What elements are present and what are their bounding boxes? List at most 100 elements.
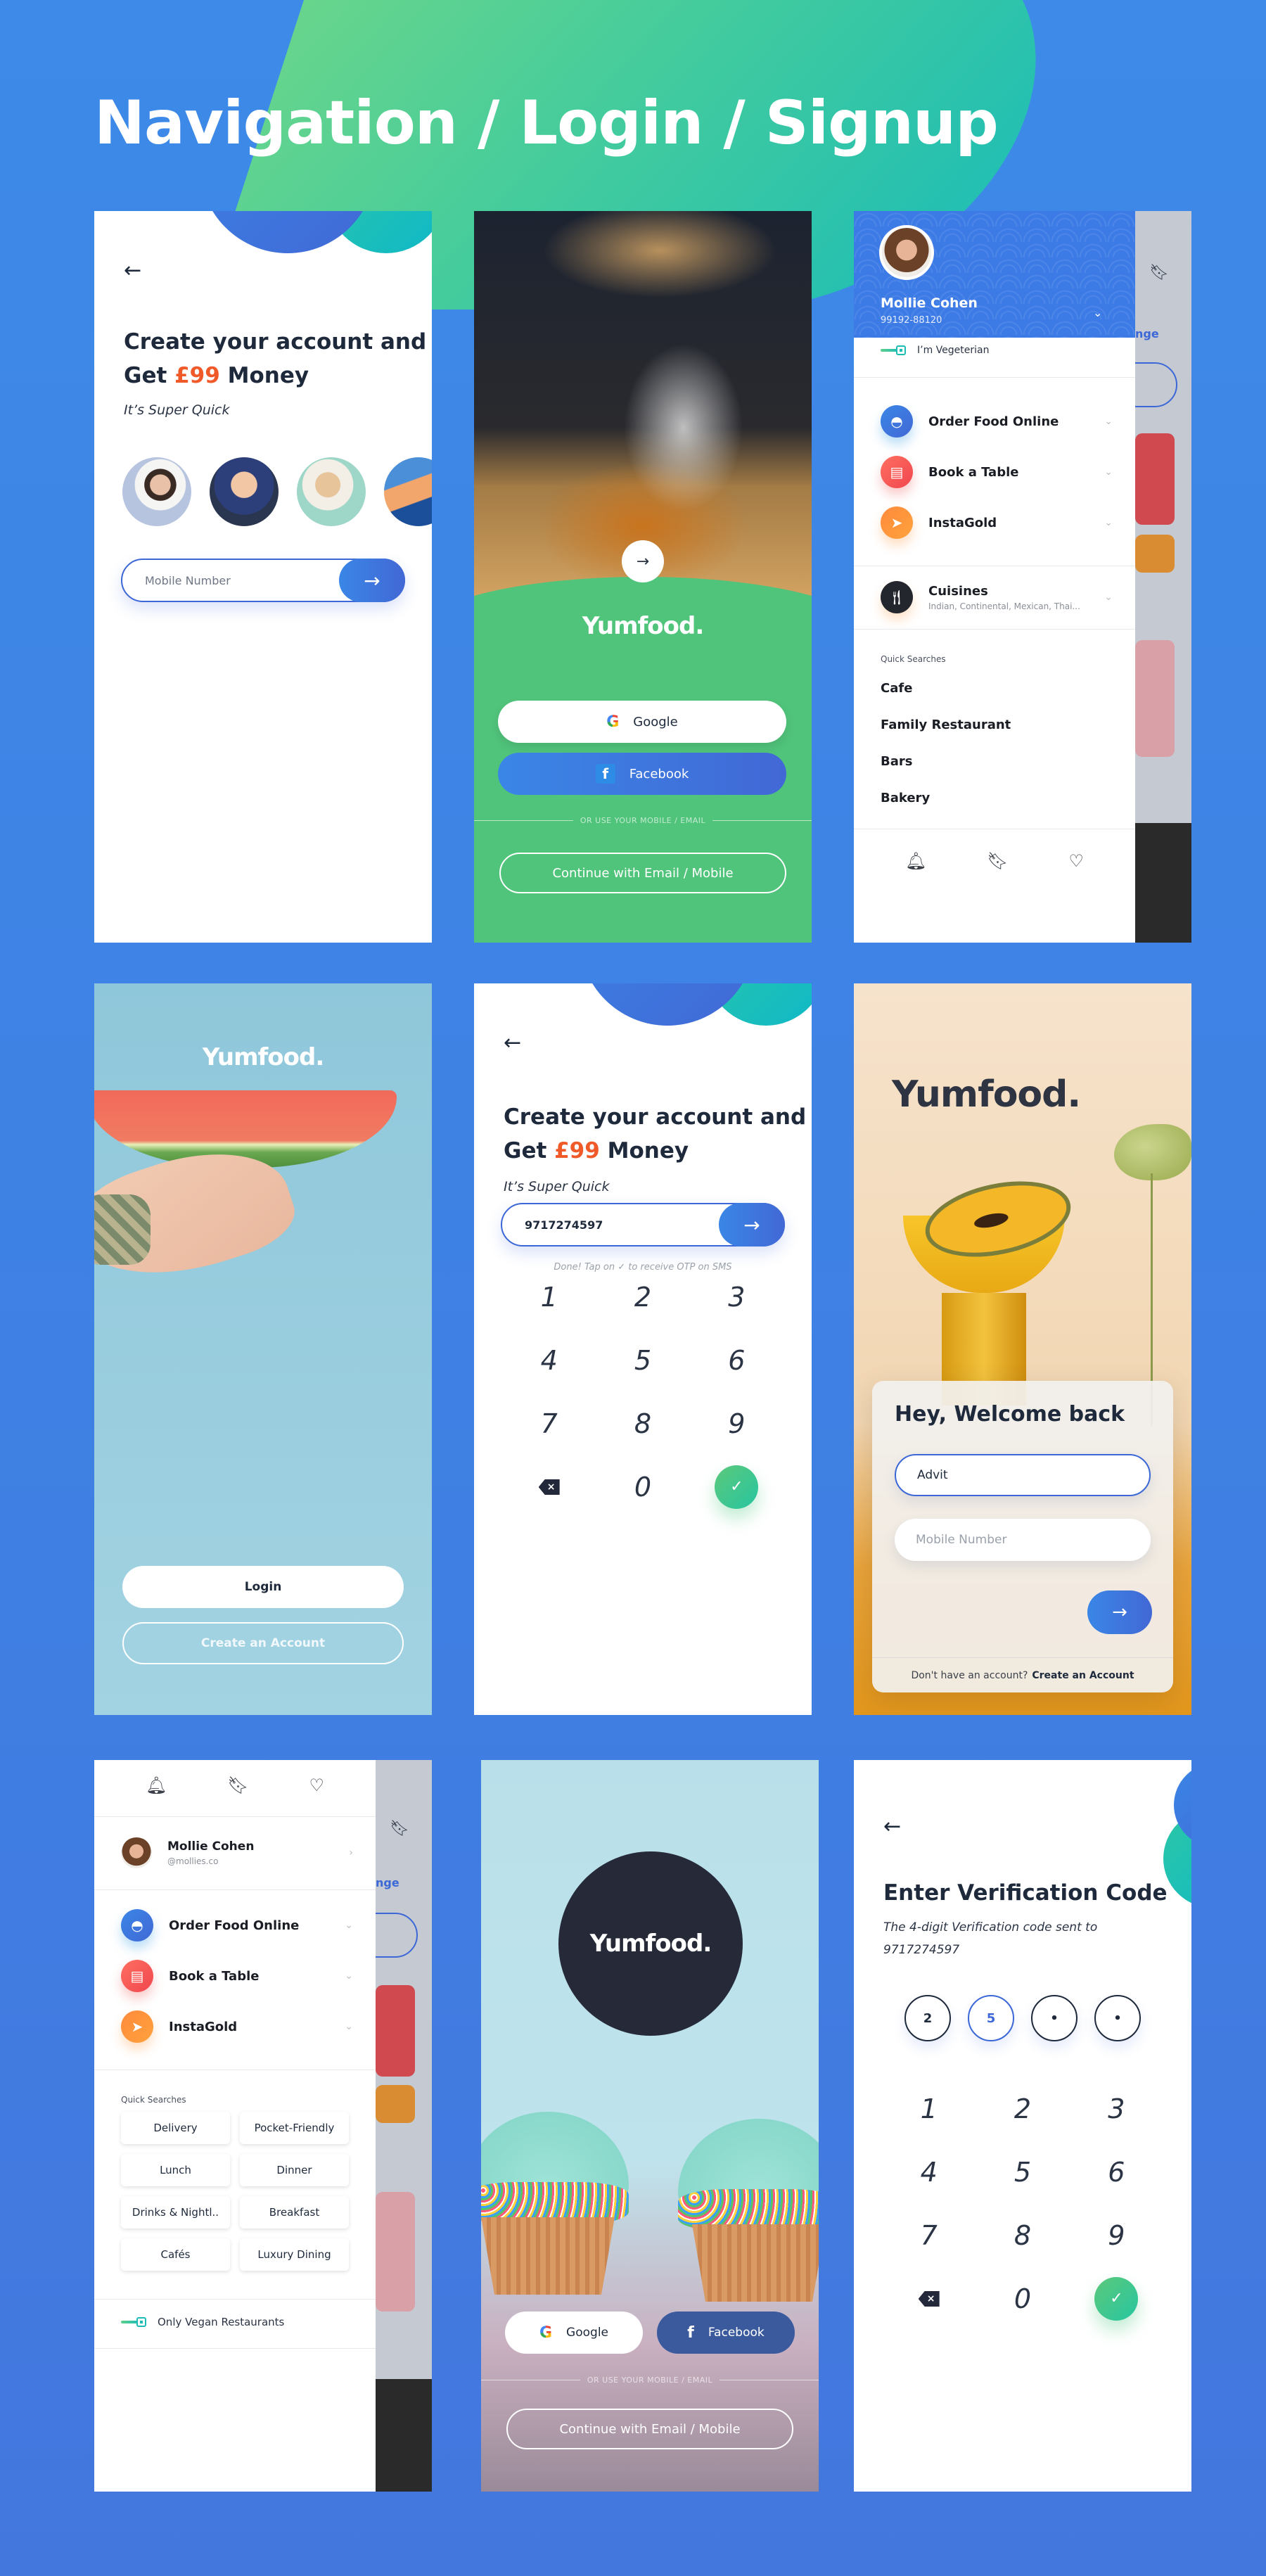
avatar-option[interactable]: [210, 457, 279, 526]
headline-line-2: Get £99 Money: [124, 363, 309, 388]
next-button[interactable]: →: [622, 540, 664, 582]
quick-search-item[interactable]: Family Restaurant: [881, 718, 1011, 732]
menu-item-order-food-online[interactable]: ◓ Order Food Online ⌄: [881, 405, 1113, 438]
signup-subtitle: It’s Super Quick: [124, 402, 230, 418]
vegan-toggle-row[interactable]: Only Vegan Restaurants: [121, 2316, 284, 2328]
keypad-key[interactable]: 1: [882, 2091, 976, 2127]
quick-search-chip[interactable]: Drinks & Nightl..: [121, 2196, 230, 2229]
quick-search-chip[interactable]: Pocket-Friendly: [240, 2112, 349, 2144]
facebook-login-button[interactable]: f Facebook: [657, 2312, 795, 2354]
keypad-key[interactable]: 7: [882, 2217, 976, 2254]
quick-search-item[interactable]: Cafe: [881, 681, 912, 696]
menu-item-instagold[interactable]: ➤ InstaGold ⌄: [881, 506, 1113, 539]
bell-icon[interactable]: 🔔︎: [905, 851, 926, 871]
back-arrow-icon[interactable]: ←: [883, 1816, 901, 1837]
keypad-key[interactable]: 0: [596, 1469, 689, 1505]
bookmark-icon[interactable]: 🔖︎: [987, 851, 1008, 871]
keypad-key[interactable]: 3: [1070, 2091, 1163, 2127]
quick-search-item[interactable]: Bars: [881, 754, 912, 769]
backspace-key[interactable]: ×: [502, 1469, 596, 1505]
name-input[interactable]: Advit: [895, 1454, 1151, 1496]
create-account-link[interactable]: Create an Account: [1032, 1670, 1134, 1681]
profile-row[interactable]: Mollie Cohen @mollies.co ›: [121, 1837, 353, 1868]
otp-digit[interactable]: 2: [904, 1995, 951, 2041]
otp-digit[interactable]: •: [1031, 1995, 1078, 2041]
otp-digit[interactable]: 5: [968, 1995, 1014, 2041]
otp-digit[interactable]: •: [1094, 1995, 1141, 2041]
menu-item-cuisines[interactable]: 🍴︎ Cuisines Indian, Continental, Mexican,…: [881, 581, 1113, 613]
keypad-key[interactable]: 7: [502, 1405, 596, 1442]
vegetarian-toggle-row[interactable]: I’m Vegeterian: [881, 345, 989, 356]
mobile-number-input[interactable]: Mobile Number: [895, 1519, 1151, 1561]
login-button[interactable]: Login: [122, 1566, 404, 1608]
submit-arrow-button[interactable]: →: [339, 559, 405, 602]
facebook-login-button[interactable]: f Facebook: [498, 753, 786, 795]
google-login-button[interactable]: G Google: [498, 701, 786, 743]
quick-search-chip[interactable]: Cafés: [121, 2238, 230, 2271]
profile-avatar[interactable]: [879, 225, 934, 280]
chevron-down-icon[interactable]: ⌄: [1093, 306, 1102, 319]
quick-search-chip[interactable]: Dinner: [240, 2154, 349, 2186]
toggle-switch[interactable]: [121, 2317, 149, 2327]
avatar-option[interactable]: [384, 457, 432, 526]
keypad-key[interactable]: 4: [882, 2154, 976, 2191]
keypad-key[interactable]: 8: [976, 2217, 1069, 2254]
background-card-orange: [376, 2085, 415, 2123]
heart-icon[interactable]: ♡: [309, 1775, 325, 1795]
screen-navigation-drawer: 🔖︎ nge Mollie Cohen 99192-88120 ⌄ I’m Ve…: [854, 211, 1191, 943]
heart-icon[interactable]: ♡: [1069, 851, 1085, 871]
create-account-button[interactable]: Create an Account: [122, 1622, 404, 1664]
keypad-key[interactable]: 3: [690, 1279, 784, 1315]
quick-search-chip[interactable]: Luxury Dining: [240, 2238, 349, 2271]
avatar-option[interactable]: [122, 457, 191, 526]
backspace-key[interactable]: ×: [882, 2281, 976, 2317]
menu-item-order-food-online[interactable]: ◓ Order Food Online ⌄: [121, 1909, 353, 1941]
continue-email-mobile-button[interactable]: Continue with Email / Mobile: [506, 2409, 793, 2449]
toggle-switch[interactable]: [881, 345, 909, 355]
back-arrow-icon[interactable]: ←: [504, 1033, 521, 1054]
cuisines-subtitle: Indian, Continental, Mexican, Thai...: [928, 601, 1080, 611]
avatar-option[interactable]: [297, 457, 366, 526]
drawer-bottom-bar: 🔔︎ 🔖︎ ♡: [854, 851, 1135, 871]
back-arrow-icon[interactable]: ←: [124, 260, 141, 281]
check-icon: ✓: [1094, 2277, 1139, 2321]
screen-signup-avatars: ← Create your account and Get £99 Money …: [94, 211, 432, 943]
signup-subtitle: It’s Super Quick: [504, 1179, 610, 1194]
menu-item-book-a-table[interactable]: ▤ Book a Table ⌄: [121, 1960, 353, 1992]
divider: [94, 1816, 376, 1817]
keypad-key[interactable]: 2: [596, 1279, 689, 1315]
quick-search-chip[interactable]: Lunch: [121, 2154, 230, 2186]
quick-search-chip[interactable]: Delivery: [121, 2112, 230, 2144]
keypad-key[interactable]: 4: [502, 1342, 596, 1379]
keypad-key[interactable]: 8: [596, 1405, 689, 1442]
keypad-key[interactable]: 5: [976, 2154, 1069, 2191]
profile-handle: @mollies.co: [167, 1856, 219, 1866]
bell-icon[interactable]: 🔔︎: [146, 1775, 167, 1795]
chevron-down-icon: ⌄: [1104, 517, 1113, 528]
mobile-number-input[interactable]: 9717274597 →: [501, 1203, 785, 1246]
mobile-number-input[interactable]: Mobile Number →: [121, 559, 405, 602]
confirm-key[interactable]: ✓: [690, 1465, 784, 1509]
headline-line-1: Create your account and: [124, 329, 427, 355]
keypad-key[interactable]: 6: [1070, 2154, 1163, 2191]
yumfood-logo: Yumfood.: [589, 1930, 712, 1958]
confirm-key[interactable]: ✓: [1070, 2277, 1163, 2321]
keypad-key[interactable]: 6: [690, 1342, 784, 1379]
menu-item-instagold[interactable]: ➤ InstaGold ⌄: [121, 2010, 353, 2043]
keypad-key[interactable]: 5: [596, 1342, 689, 1379]
continue-email-mobile-button[interactable]: Continue with Email / Mobile: [499, 853, 786, 893]
otp-input[interactable]: 2 5 • •: [904, 1995, 1141, 2041]
menu-item-book-a-table[interactable]: ▤ Book a Table ⌄: [881, 456, 1113, 488]
google-login-button[interactable]: G Google: [505, 2312, 643, 2354]
keypad-key[interactable]: 2: [976, 2091, 1069, 2127]
keypad-key[interactable]: 9: [1070, 2217, 1163, 2254]
submit-arrow-button[interactable]: →: [719, 1203, 785, 1246]
keypad-key[interactable]: 1: [502, 1279, 596, 1315]
quick-search-item[interactable]: Bakery: [881, 791, 930, 805]
keypad-key[interactable]: 9: [690, 1405, 784, 1442]
quick-search-chip[interactable]: Breakfast: [240, 2196, 349, 2229]
bookmark-icon[interactable]: 🔖︎: [227, 1775, 248, 1795]
backspace-icon: ×: [918, 2291, 940, 2307]
keypad-key[interactable]: 0: [976, 2281, 1069, 2317]
submit-arrow-button[interactable]: →: [1087, 1590, 1152, 1634]
